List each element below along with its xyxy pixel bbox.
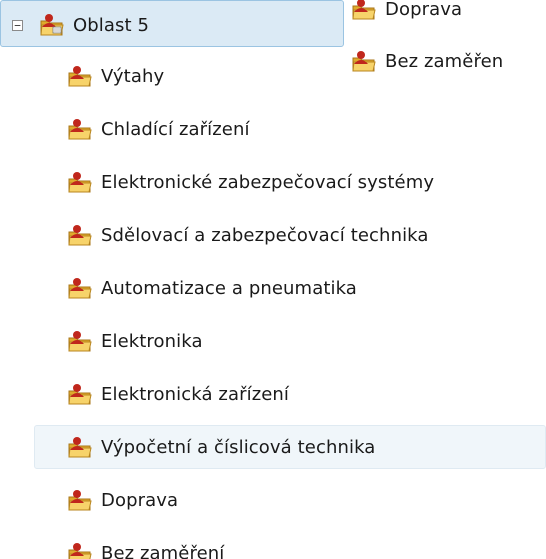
- tree-node[interactable]: Doprava: [67, 480, 178, 520]
- tree-node-label: Elektronická zařízení: [101, 383, 290, 405]
- right-tree-node-bez-zamereni[interactable]: Bez zaměřen: [351, 41, 503, 81]
- tree-node-label: Sdělovací a zabezpečovací technika: [101, 224, 429, 246]
- tree-root-row[interactable]: − Oblast 5: [0, 0, 344, 47]
- tree-node-label: Elektronické zabezpečovací systémy: [101, 171, 435, 193]
- folder-user-icon: [351, 0, 377, 22]
- tree-node-label: Doprava: [101, 489, 179, 511]
- tree-node[interactable]: Bez zaměření: [67, 533, 224, 559]
- tree-node[interactable]: Automatizace a pneumatika: [67, 268, 357, 308]
- tree-node[interactable]: Chladící zařízení: [67, 109, 250, 149]
- folder-user-icon: [67, 169, 93, 195]
- right-tree-node-doprava[interactable]: Doprava: [351, 0, 462, 29]
- tree-node-label: Oblast 5: [73, 14, 150, 36]
- collapse-toggle-icon[interactable]: −: [12, 20, 23, 31]
- folder-user-icon: [67, 116, 93, 142]
- tree-node-label: Chladící zařízení: [101, 118, 250, 140]
- folder-user-icon: [39, 12, 65, 38]
- tree-node-label: Doprava: [385, 0, 463, 20]
- tree-node-label: Bez zaměření: [101, 542, 225, 559]
- tree-node[interactable]: Výtahy: [67, 56, 164, 96]
- tree-node[interactable]: Elektronika: [67, 321, 203, 361]
- folder-user-icon: [67, 434, 93, 460]
- folder-user-icon: [67, 222, 93, 248]
- tree-node-label: Elektronika: [101, 330, 203, 352]
- folder-user-icon: [351, 48, 377, 74]
- tree-node-label: Automatizace a pneumatika: [101, 277, 357, 299]
- tree-node[interactable]: Sdělovací a zabezpečovací technika: [67, 215, 429, 255]
- tree-view: − Oblast 5 Doprava Bez zaměřen Výtahy Ch…: [0, 0, 546, 559]
- folder-user-icon: [67, 275, 93, 301]
- folder-user-icon: [67, 328, 93, 354]
- folder-user-icon: [67, 487, 93, 513]
- tree-node[interactable]: Elektronické zabezpečovací systémy: [67, 162, 434, 202]
- tree-node-label: Výpočetní a číslicová technika: [101, 436, 376, 458]
- tree-node-label: Bez zaměřen: [385, 50, 504, 72]
- tree-node[interactable]: Výpočetní a číslicová technika: [34, 425, 546, 469]
- folder-user-icon: [67, 381, 93, 407]
- folder-user-icon: [67, 540, 93, 559]
- tree-node[interactable]: Elektronická zařízení: [67, 374, 289, 414]
- tree-root-node[interactable]: Oblast 5: [39, 5, 149, 45]
- tree-node-label: Výtahy: [101, 65, 165, 87]
- folder-user-icon: [67, 63, 93, 89]
